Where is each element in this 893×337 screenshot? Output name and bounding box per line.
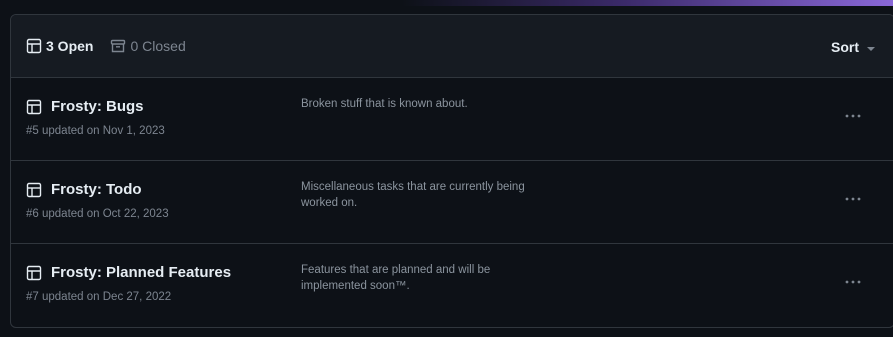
project-title: Frosty: Planned Features xyxy=(51,264,232,281)
kebab-horizontal-icon[interactable] xyxy=(840,106,866,126)
table-icon xyxy=(26,99,51,115)
triangle-down-icon xyxy=(867,39,875,55)
project-title-link[interactable]: Frosty: Todo xyxy=(26,181,142,198)
projects-header: 3 Open 0 Closed Sort xyxy=(11,15,893,78)
project-meta: #6 updated on Oct 22, 2023 xyxy=(26,208,169,220)
project-title-link[interactable]: Frosty: Bugs xyxy=(26,98,144,115)
archive-icon xyxy=(110,38,130,54)
kebab-horizontal-icon[interactable] xyxy=(840,272,866,292)
table-icon xyxy=(26,182,51,198)
closed-filter[interactable]: 0 Closed xyxy=(110,38,186,54)
table-icon xyxy=(26,265,51,281)
closed-filter-label: 0 Closed xyxy=(130,38,186,54)
projects-panel: 3 Open 0 Closed Sort Frosty: Bugs #5 upd… xyxy=(10,14,893,328)
project-description: Miscellaneous tasks that are currently b… xyxy=(301,181,525,209)
top-gradient-bar xyxy=(0,0,893,6)
project-meta: #7 updated on Dec 27, 2022 xyxy=(26,291,172,303)
table-icon xyxy=(26,38,46,54)
project-row: Frosty: Planned Features #7 updated on D… xyxy=(11,244,893,327)
project-title: Frosty: Bugs xyxy=(51,98,144,115)
project-title-link[interactable]: Frosty: Planned Features xyxy=(26,264,231,281)
sort-label: Sort xyxy=(831,38,859,55)
project-title: Frosty: Todo xyxy=(51,181,142,198)
project-description: Broken stuff that is known about. xyxy=(301,98,468,110)
project-description: Features that are planned and will be im… xyxy=(301,264,491,292)
sort-dropdown[interactable]: Sort xyxy=(831,15,875,78)
project-meta: #5 updated on Nov 1, 2023 xyxy=(26,125,165,137)
project-row: Frosty: Bugs #5 updated on Nov 1, 2023 B… xyxy=(11,78,893,161)
project-row: Frosty: Todo #6 updated on Oct 22, 2023 … xyxy=(11,161,893,244)
kebab-horizontal-icon[interactable] xyxy=(840,189,866,209)
open-filter-label: 3 Open xyxy=(46,38,94,54)
open-filter[interactable]: 3 Open xyxy=(26,38,93,54)
